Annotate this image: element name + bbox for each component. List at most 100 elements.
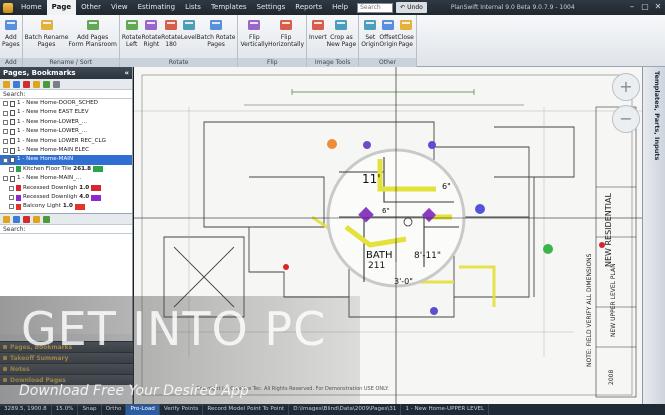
menu-page[interactable]: Page [46, 0, 77, 15]
ribbon-toolbar: Add Pages Add Batch Rename Pages Add Pages For… [0, 15, 665, 67]
close-page-icon [399, 18, 413, 32]
visibility-checkbox[interactable] [9, 204, 14, 210]
offset-origin-icon [381, 18, 395, 32]
takeoff-quantity: 261.8 [73, 165, 91, 172]
ribbon-group-rename-sort: Batch Rename Pages Add Pages Form Plansroom… [22, 15, 120, 67]
menu-templates[interactable]: Templates [206, 0, 252, 15]
folder-icon[interactable] [3, 80, 10, 88]
page-tree-item[interactable]: 1 - New Home-LOWER_... [0, 127, 132, 136]
templates-panel-tab[interactable]: Templates, Parts, Inputs [642, 67, 665, 404]
pages-toolbar [0, 79, 132, 90]
page-icon [10, 100, 15, 107]
visibility-checkbox[interactable] [3, 148, 8, 154]
menu-settings[interactable]: Settings [252, 0, 291, 15]
ribbon-button-label: Flip [280, 34, 292, 41]
status-segment[interactable]: Ortho [102, 404, 127, 415]
page-icon [10, 175, 15, 182]
color-swatch [93, 166, 103, 173]
page-tree-item[interactable]: 1 - New Home-LOWER_... [0, 118, 132, 127]
page-tree-item[interactable]: 1 - New Home-DOOR_SCHED [0, 99, 132, 108]
takeoff-search[interactable]: Search: [0, 225, 132, 234]
batch-rename-icon [40, 18, 54, 32]
takeoff-quantity: 1.0 [79, 184, 90, 191]
menu-reports[interactable]: Reports [290, 0, 327, 15]
zoom-in-button[interactable]: + [612, 73, 640, 101]
item-color-icon [16, 185, 21, 192]
plan-dimension-label: 6" [442, 182, 451, 191]
plan-dimension-label: 8'-11" [414, 251, 442, 261]
page-tree-item[interactable]: 1 - New Home-MAIN ELEC [0, 146, 132, 155]
ribbon-button-label: Add [5, 34, 17, 41]
tree-item-label: 1 - New Home-MAIN ELEC [17, 146, 90, 153]
title-block-text: NOTE: FIELD VERIFY ALL DIMENSIONS [586, 253, 593, 367]
zoom-out-button[interactable]: − [612, 105, 640, 133]
add-pages-icon [4, 18, 18, 32]
menu-lists[interactable]: Lists [180, 0, 206, 15]
page-tree-item[interactable]: 1 - New Home-MAIN_... [0, 174, 132, 183]
status-segment[interactable]: 1 - New Home-UPPER LEVEL [401, 404, 490, 415]
ribbon-button-label: Rotate [121, 34, 142, 41]
refresh-icon[interactable] [43, 80, 50, 88]
menu-estimating[interactable]: Estimating [133, 0, 180, 15]
ribbon-group-rotate: Rotate Left Rotate Right Rotate 180 Level Batch… [119, 15, 239, 67]
visibility-checkbox[interactable] [3, 176, 8, 182]
page-icon [10, 138, 15, 145]
visibility-checkbox[interactable] [9, 185, 14, 191]
add-page-icon[interactable] [13, 80, 20, 88]
minimize-icon[interactable]: – [627, 2, 637, 12]
accordion-notes[interactable]: Notes [0, 363, 133, 374]
folder-icon[interactable] [3, 215, 10, 223]
visibility-checkbox[interactable] [3, 119, 8, 125]
delete-icon[interactable] [23, 215, 30, 223]
ribbon-button-label: Set [365, 34, 376, 41]
collapse-panel-icon[interactable]: « [124, 67, 129, 79]
pages-search[interactable]: Search: [0, 90, 132, 99]
visibility-checkbox[interactable] [3, 129, 8, 135]
rotate-left-icon [125, 18, 139, 32]
status-segment[interactable]: Pro-Load [126, 404, 160, 415]
visibility-checkbox[interactable] [3, 138, 8, 144]
visibility-checkbox[interactable] [3, 110, 8, 116]
ribbon-button-sublabel: Pages [37, 41, 56, 48]
tree-item-label: 1 - New Home-MAIN_... [17, 175, 82, 182]
menu-home[interactable]: Home [16, 0, 47, 15]
visibility-checkbox[interactable] [9, 166, 14, 172]
status-segment[interactable]: D:\Images\Blind\Data\2009\Pages\31 [289, 404, 402, 415]
page-tree-item[interactable]: 1 - New Home LOWER REC_CLG [0, 137, 132, 146]
takeoff-item[interactable]: Kitchen Floor Tile 261.8 [0, 165, 132, 174]
status-segment[interactable]: 3289.5, 1900.8 [0, 404, 52, 415]
add-item-icon[interactable] [13, 215, 20, 223]
tree-item-label: Recessed Downligh [23, 184, 78, 191]
visibility-checkbox[interactable] [9, 195, 14, 201]
delete-icon[interactable] [23, 80, 30, 88]
ribbon-button-sublabel: Pages [2, 41, 20, 48]
status-segment[interactable]: 15.0% [52, 404, 79, 415]
menu-help[interactable]: Help [327, 0, 353, 15]
window-title: PlanSwift Internal 9.0 Beta 9.0.7.9 - 10… [450, 4, 575, 11]
tree-item-label: 1 - New Home-DOOR_SCHED [17, 100, 98, 106]
maximize-icon[interactable]: ▢ [640, 2, 650, 12]
search-input[interactable] [357, 2, 394, 13]
ribbon-group-image-tools: Invert Crop as New Page Image Tools [307, 15, 360, 67]
menu-items: Home Page Other View Estimating Lists Template… [16, 0, 353, 15]
menu-other[interactable]: Other [76, 0, 106, 15]
menu-view[interactable]: View [106, 0, 133, 15]
takeoff-item[interactable]: Recessed Downligh 4.0 [0, 193, 132, 202]
properties-icon[interactable] [53, 80, 60, 88]
page-tree-item[interactable]: 1 - New Home EAST ELEV [0, 108, 132, 117]
undo-button[interactable]: ↶ Undo [396, 2, 427, 13]
visibility-checkbox[interactable] [3, 157, 8, 163]
takeoff-item[interactable]: Balcony Light 1.0 [0, 202, 132, 211]
takeoff-item[interactable]: Recessed Downligh 1.0 [0, 184, 132, 193]
status-segment[interactable]: Snap [78, 404, 102, 415]
status-segment[interactable]: Record Model Point To Point [203, 404, 290, 415]
visibility-checkbox[interactable] [3, 101, 8, 107]
close-icon[interactable]: ✕ [653, 2, 663, 12]
watermark-title: GET INTO PC [21, 302, 327, 356]
bookmark-icon[interactable] [33, 80, 40, 88]
status-segment[interactable]: Verify Points [160, 404, 204, 415]
bookmark-icon[interactable] [33, 215, 40, 223]
batch-rotate-icon [209, 18, 223, 32]
refresh-icon[interactable] [43, 215, 50, 223]
page-tree-item[interactable]: 1 - New Home-MAIN [0, 155, 132, 165]
